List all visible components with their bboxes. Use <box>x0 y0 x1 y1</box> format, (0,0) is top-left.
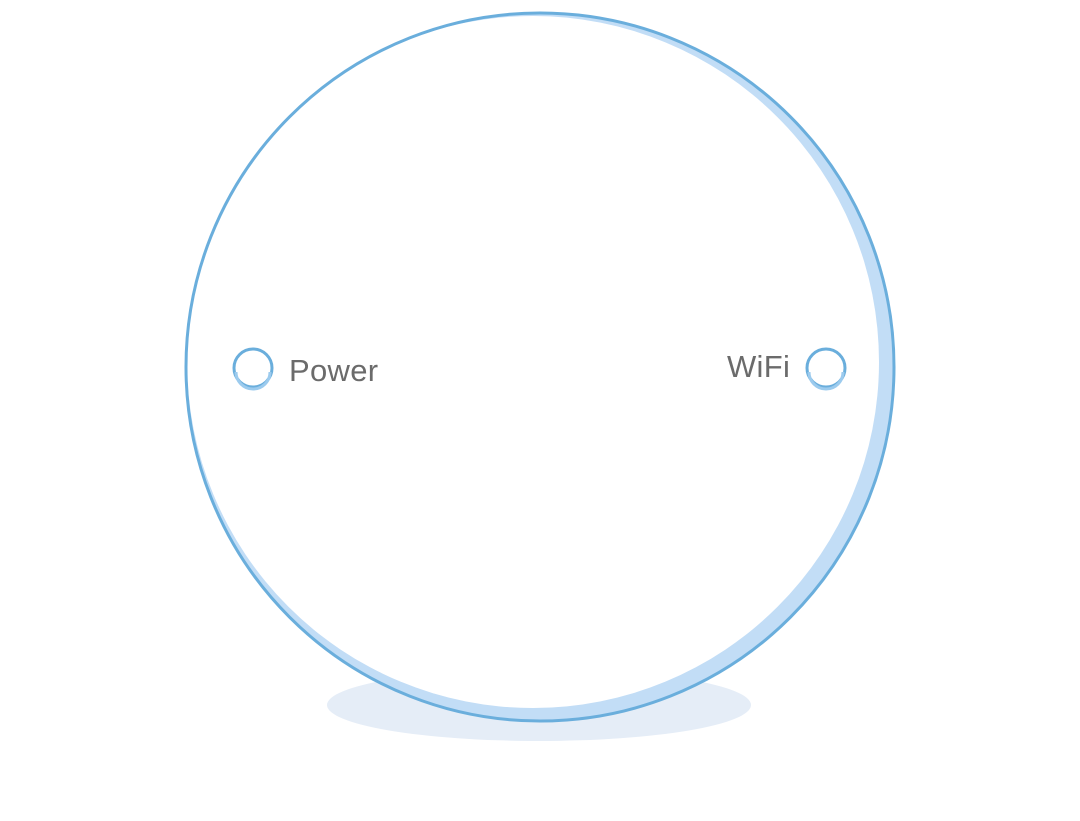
wifi-indicator-label: WiFi <box>727 349 791 384</box>
wifi-led-icon <box>805 347 847 391</box>
power-indicator-label: Power <box>289 353 379 388</box>
router-device-illustration <box>184 11 896 741</box>
power-led-icon <box>232 347 274 391</box>
